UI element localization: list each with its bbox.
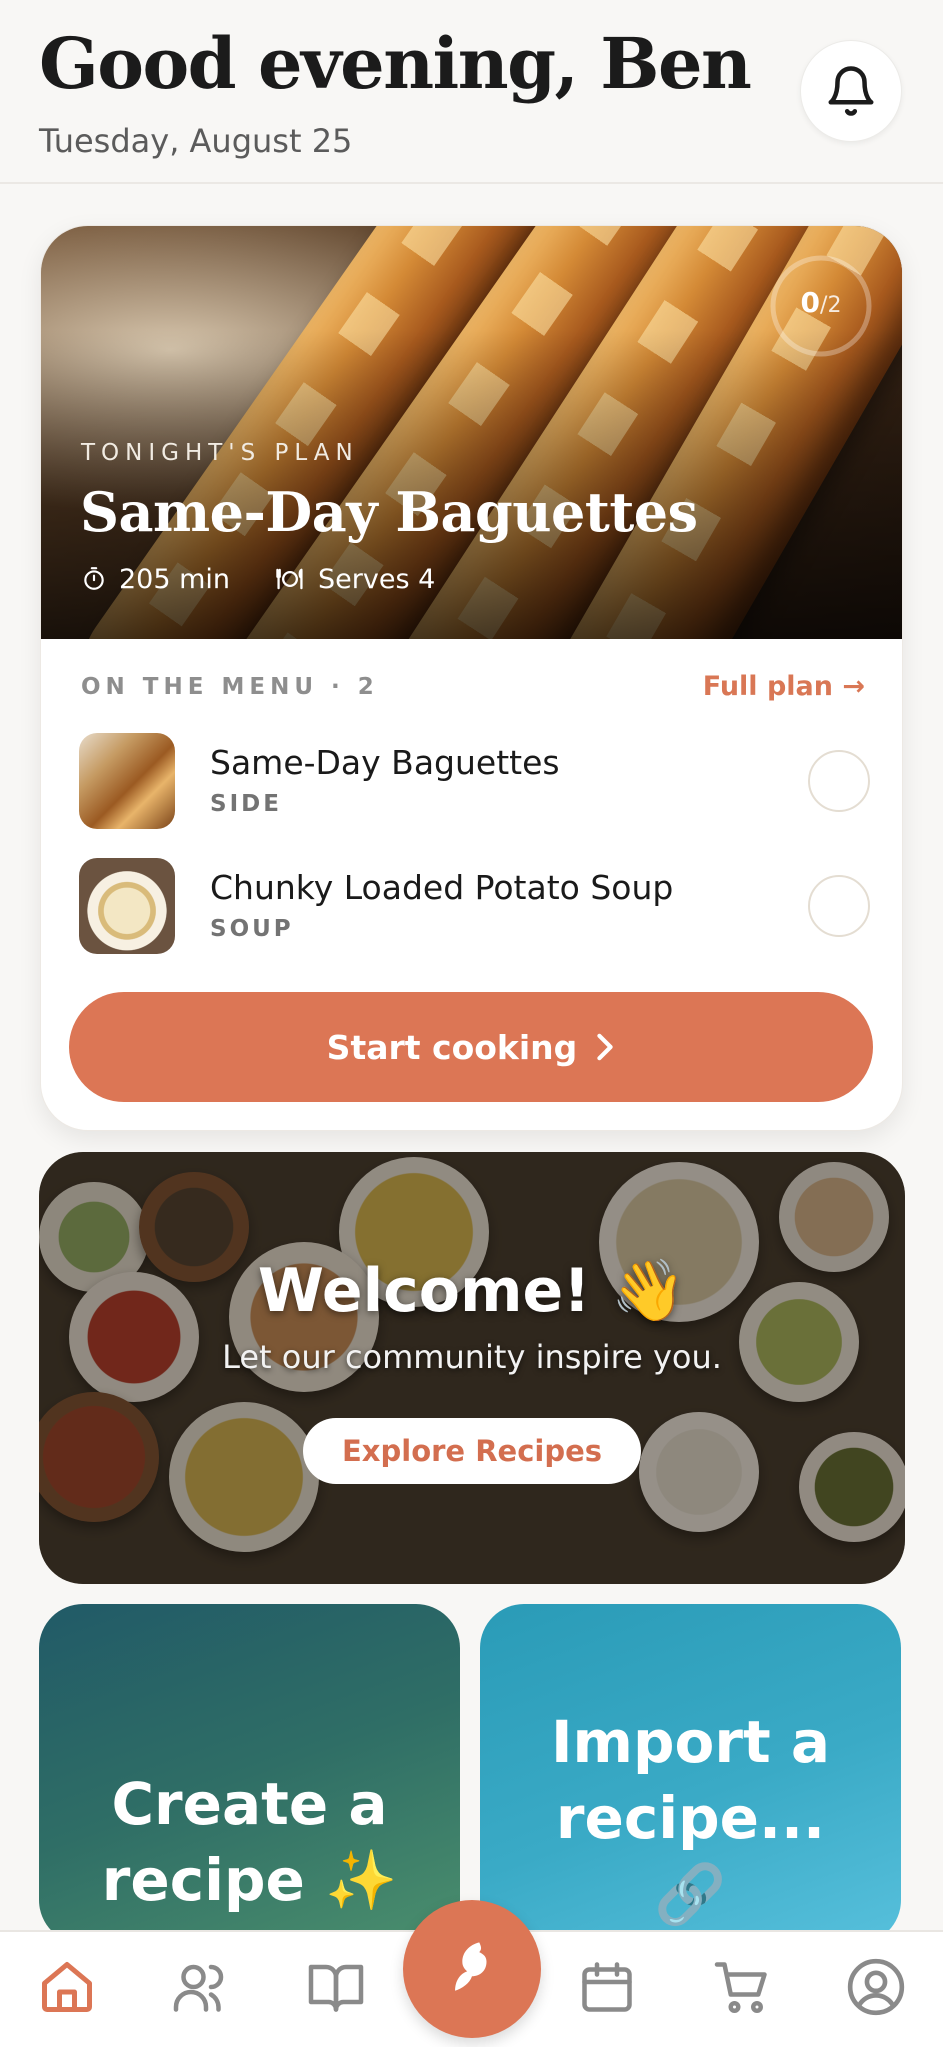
create-recipe-line: recipe ✨ bbox=[101, 1846, 398, 1914]
menu-item-category: SIDE bbox=[210, 791, 282, 817]
nav-home[interactable] bbox=[32, 1952, 102, 2022]
welcome-title: Welcome! 👋 bbox=[257, 1256, 687, 1326]
progress-total: /2 bbox=[820, 293, 842, 318]
menu-header: ON THE MENU · 2 Full plan → bbox=[81, 671, 865, 702]
recipe-thumbnail bbox=[79, 858, 175, 954]
notifications-button[interactable] bbox=[800, 40, 902, 142]
nav-community[interactable] bbox=[166, 1952, 236, 2022]
create-recipe-label: Create a recipe ✨ bbox=[102, 1766, 397, 1918]
import-recipe-tile[interactable]: Import a recipe... 🔗 bbox=[480, 1604, 901, 1944]
hero-image[interactable]: 0/2 TONIGHT'S PLAN Same-Day Baguettes 20… bbox=[41, 226, 902, 639]
cart-icon bbox=[714, 1962, 767, 2013]
menu-item-category: SOUP bbox=[210, 916, 294, 942]
menu-item-potato-soup[interactable]: Chunky Loaded Potato Soup SOUP bbox=[79, 858, 870, 954]
nav-calendar[interactable] bbox=[572, 1952, 642, 2022]
menu-count-label: ON THE MENU · 2 bbox=[81, 673, 379, 700]
nav-cart[interactable] bbox=[707, 1952, 777, 2022]
recipe-thumbnail bbox=[79, 733, 175, 829]
recipe-meta: 205 min Serves 4 bbox=[81, 561, 435, 597]
greeting-title: Good evening, Ben bbox=[39, 22, 752, 105]
serves-count: Serves 4 bbox=[318, 563, 436, 595]
cook-fab-button[interactable] bbox=[403, 1900, 541, 2038]
start-cooking-label: Start cooking bbox=[326, 1027, 578, 1067]
create-recipe-line: Create a bbox=[111, 1770, 388, 1838]
timer-icon bbox=[84, 567, 104, 590]
recipe-book-icon bbox=[308, 1964, 364, 2012]
nav-recipe-book[interactable] bbox=[301, 1952, 371, 2022]
link-icon: 🔗 bbox=[654, 1860, 727, 1928]
community-icon bbox=[173, 1964, 224, 2012]
home-icon bbox=[42, 1962, 92, 2012]
progress-counter: 0/2 bbox=[766, 286, 876, 319]
welcome-subtitle: Let our community inspire you. bbox=[222, 1338, 722, 1376]
full-plan-link[interactable]: Full plan → bbox=[703, 671, 865, 702]
progress-done: 0 bbox=[800, 286, 821, 319]
cook-time: 205 min bbox=[119, 563, 231, 595]
menu-item-checkbox[interactable] bbox=[808, 875, 870, 937]
header: Good evening, Ben Tuesday, August 25 bbox=[0, 0, 943, 184]
start-cooking-button[interactable]: Start cooking bbox=[69, 992, 873, 1102]
menu-item-name: Same-Day Baguettes bbox=[210, 743, 560, 782]
chevron-right-icon bbox=[597, 1033, 614, 1061]
create-recipe-tile[interactable]: Create a recipe ✨ bbox=[39, 1604, 460, 1944]
explore-recipes-button[interactable]: Explore Recipes bbox=[303, 1418, 641, 1484]
welcome-banner[interactable]: Welcome! 👋 Let our community inspire you… bbox=[39, 1152, 905, 1584]
import-recipe-line: Import a bbox=[550, 1708, 831, 1776]
tonight-plan-eyebrow: TONIGHT'S PLAN bbox=[81, 440, 359, 466]
serving-icon bbox=[276, 568, 303, 590]
import-recipe-label: Import a recipe... 🔗 bbox=[551, 1704, 830, 1932]
nav-profile[interactable] bbox=[841, 1952, 911, 2022]
bell-icon bbox=[828, 66, 874, 116]
profile-icon bbox=[847, 1958, 905, 2016]
plan-recipe-title: Same-Day Baguettes bbox=[80, 480, 698, 544]
calendar-icon bbox=[582, 1962, 632, 2012]
import-recipe-line: recipe... bbox=[555, 1784, 826, 1852]
menu-item-baguettes[interactable]: Same-Day Baguettes SIDE bbox=[79, 733, 870, 829]
menu-item-checkbox[interactable] bbox=[808, 750, 870, 812]
tonight-plan-card: 0/2 TONIGHT'S PLAN Same-Day Baguettes 20… bbox=[40, 225, 903, 1131]
menu-item-name: Chunky Loaded Potato Soup bbox=[210, 868, 674, 907]
leaf-logo-icon bbox=[455, 1942, 487, 1991]
date-label: Tuesday, August 25 bbox=[39, 122, 353, 160]
